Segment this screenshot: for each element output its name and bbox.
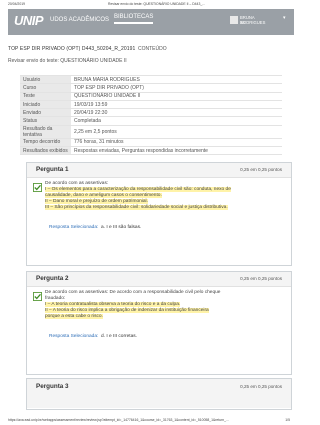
answer-letter: a. [101,225,106,230]
question-card: Pergunta 3 0,25 em 0,25 pontos [26,378,292,410]
question-points: 0,25 em 0,25 pontos [240,276,282,281]
table-row: Iniciado 19/03/19 13:59 [20,99,282,110]
question-points: 0,25 em 0,25 pontos [240,384,282,389]
summary-value: QUESTIONÁRIO UNIDADE II [71,91,282,101]
question-text: De acordo com as assertivas: I – Os elem… [45,181,285,211]
question-line-text: I – Os elementos para a caracterização d… [45,187,231,193]
correct-check-icon [33,292,42,301]
question-points: 0,25 em 0,25 pontos [240,167,282,172]
question-header: Pergunta 1 0,25 em 0,25 pontos [27,163,291,178]
question-line-text: II – Dano moral e prejuízo de ordem patr… [45,199,148,205]
summary-value: TOP ESP DIR PRIVADO (OPT) [71,83,282,93]
question-header: Pergunta 3 0,25 em 0,25 pontos [27,379,291,408]
answer-text: I e III corretas. [106,334,138,339]
question-card: Pergunta 2 0,25 em 0,25 pontos De acordo… [26,271,292,375]
summary-label: Status [20,116,71,126]
table-row: Resultado da tentativa 2,25 em 2,5 pontos [20,124,282,139]
page-title: Revisar envio do teste: QUESTIONÁRIO UNI… [8,58,127,64]
summary-label: Iniciado [20,99,71,110]
summary-value: 20/04/19 22:30 [71,108,282,118]
print-title: Revisar envio do teste: QUESTIONÁRIO UNI… [108,2,206,6]
notification-count: 14 [240,20,245,25]
question-line-text: III – São princípios da responsabilidade… [45,205,228,211]
question-line-text: I – A teoria contratualista observa a te… [45,302,181,308]
question-line: III – São princípios da responsabilidade… [45,205,285,211]
user-name: BRUNA RODRIGUES [240,15,266,25]
question-line-text: causalidade, dano e ameligum casos o con… [45,193,162,199]
summary-label: Usuário [20,74,71,85]
nav-academicos[interactable]: UDOS ACADÊMICOS [50,17,109,23]
summary-value: Completada [71,116,282,126]
summary-label: Enviado [20,108,71,118]
selected-answer: Resposta Selecionada: a. I e III são fal… [49,225,141,230]
print-date: 20/04/2019 [8,2,25,6]
table-row: Usuário BRUNA MARIA RODRIGUES [20,74,282,85]
question-line-text: II – A teoria do risco implica a obrigaç… [45,308,209,314]
print-page-number: 1/5 [285,418,290,422]
content-link[interactable]: CONTEÚDO [138,46,167,52]
print-header: 20/04/2019 Revisar envio do teste: QUEST… [0,0,300,8]
answer-text: I e III são falsas. [106,225,142,230]
summary-value: 19/03/19 13:59 [71,99,282,110]
question-card: Pergunta 1 0,25 em 0,25 pontos De acordo… [26,162,292,266]
table-row: Tempo decorrido 776 horas, 31 minutos [20,137,282,148]
course-breadcrumb: TOP ESP DIR PRIVADO (OPT) D443_50204_R_2… [8,46,167,52]
summary-value: BRUNA MARIA RODRIGUES [71,74,282,85]
table-row: Enviado 20/04/19 22:30 [20,108,282,118]
answer-letter: d. [101,334,106,339]
selected-answer: Resposta Selecionada: d. I e III correta… [49,334,137,339]
table-row: Teste QUESTIONÁRIO UNIDADE II [20,91,282,101]
summary-label: Curso [20,83,71,93]
attempt-summary-table: Usuário BRUNA MARIA RODRIGUES Curso TOP ESP… [20,74,282,156]
summary-value: 2,25 em 2,5 pontos [71,124,282,139]
question-title: Pergunta 1 [36,166,69,173]
question-title: Pergunta 2 [36,275,69,282]
correct-check-icon [33,183,42,192]
summary-label: Tempo decorrido [20,137,71,148]
table-row: Resultados exibidos Respostas enviadas, P… [20,146,282,156]
summary-value: 776 horas, 31 minutos [71,137,282,148]
print-url: https://ava.ead.unip.br/webapps/assessme… [8,418,229,422]
summary-value: Respostas enviadas, Perguntas respondida… [71,146,282,156]
avatar [230,16,238,24]
course-code[interactable]: TOP ESP DIR PRIVADO (OPT) D443_50204_R_2… [8,46,135,52]
question-header: Pergunta 2 0,25 em 0,25 pontos [27,272,291,287]
question-title: Pergunta 3 [36,383,69,390]
chevron-down-icon[interactable]: ▾ [283,16,286,21]
top-navigation-bar: UNIP UDOS ACADÊMICOS BIBLIOTECAS BRUNA R… [8,9,294,35]
unip-logo[interactable]: UNIP [14,13,46,29]
nav-bibliotecas[interactable]: BIBLIOTECAS [114,14,154,24]
question-line: porque a esta cabe o risco. [45,314,285,320]
question-text: De acordo com as assertivas: De acordo c… [45,290,285,320]
summary-label: Teste [20,91,71,101]
answer-label: Resposta Selecionada: [49,225,99,230]
table-row: Curso TOP ESP DIR PRIVADO (OPT) [20,83,282,93]
table-row: Status Completada [20,116,282,126]
summary-label: Resultado da tentativa [20,124,71,139]
question-line-text: porque a esta cabe o risco. [45,314,103,320]
summary-label: Resultados exibidos [20,146,71,156]
answer-label: Resposta Selecionada: [49,334,99,339]
